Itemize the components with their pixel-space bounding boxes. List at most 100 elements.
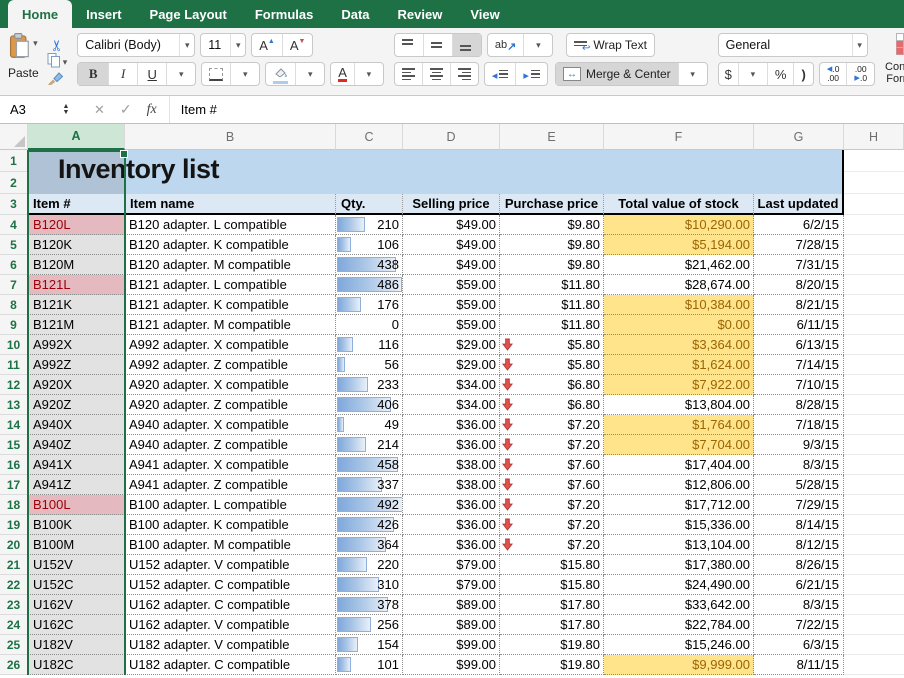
conditional-formatting-icon[interactable]: ≠: [896, 33, 904, 63]
cell-G14[interactable]: 7/18/15: [754, 415, 844, 435]
cell-C22[interactable]: 310: [336, 575, 403, 595]
cell-G16[interactable]: 8/3/15: [754, 455, 844, 475]
number-format-caret-icon[interactable]: [852, 34, 867, 56]
cell-F6[interactable]: $21,462.00: [604, 255, 754, 275]
cell-B24[interactable]: U162 adapter. V compatible: [125, 615, 336, 635]
cell-B17[interactable]: A941 adapter. Z compatible: [125, 475, 336, 495]
cell-H4[interactable]: [844, 215, 904, 235]
cell-F26[interactable]: $9,999.00: [604, 655, 754, 675]
row-header-15[interactable]: 15: [0, 435, 28, 455]
cell-H22[interactable]: [844, 575, 904, 595]
insert-function-icon[interactable]: fx: [147, 102, 157, 118]
fill-color-button[interactable]: [266, 63, 296, 85]
format-painter-icon[interactable]: [47, 72, 68, 90]
cell-H7[interactable]: [844, 275, 904, 295]
formula-bar-content[interactable]: Item #: [169, 96, 217, 123]
cell-D16[interactable]: $38.00: [403, 455, 500, 475]
cell-D23[interactable]: $89.00: [403, 595, 500, 615]
row-header-3[interactable]: 3: [0, 194, 28, 215]
comma-style-button[interactable]: ): [794, 63, 812, 85]
row-header-24[interactable]: 24: [0, 615, 28, 635]
cell-B26[interactable]: U182 adapter. C compatible: [125, 655, 336, 675]
clipboard-paste-icon[interactable]: [9, 33, 31, 64]
cell-E9[interactable]: $11.80: [500, 315, 604, 335]
cell-E12[interactable]: $6.80: [500, 375, 604, 395]
tab-data[interactable]: Data: [327, 0, 383, 28]
cell-E21[interactable]: $15.80: [500, 555, 604, 575]
row-header-4[interactable]: 4: [0, 215, 28, 235]
enter-icon[interactable]: [120, 101, 132, 118]
cell-E22[interactable]: $15.80: [500, 575, 604, 595]
cell-H23[interactable]: [844, 595, 904, 615]
cell-G4[interactable]: 6/2/15: [754, 215, 844, 235]
cell-A25[interactable]: U182V: [28, 635, 125, 655]
currency-button[interactable]: $: [719, 63, 739, 85]
align-center-button[interactable]: [423, 63, 451, 85]
decrease-decimal-button[interactable]: .0.00: [820, 63, 848, 85]
cell-G25[interactable]: 6/3/15: [754, 635, 844, 655]
bold-button[interactable]: B: [78, 63, 109, 85]
cell-E7[interactable]: $11.80: [500, 275, 604, 295]
cell-G19[interactable]: 8/14/15: [754, 515, 844, 535]
cell-B16[interactable]: A941 adapter. X compatible: [125, 455, 336, 475]
cancel-icon[interactable]: [94, 102, 105, 118]
cell-B23[interactable]: U162 adapter. C compatible: [125, 595, 336, 615]
row-header-12[interactable]: 12: [0, 375, 28, 395]
underline-caret-icon[interactable]: [167, 63, 195, 85]
cell-G13[interactable]: 8/28/15: [754, 395, 844, 415]
scissors-cut-icon[interactable]: [49, 31, 64, 52]
cell-D19[interactable]: $36.00: [403, 515, 500, 535]
increase-indent-button[interactable]: [516, 63, 547, 85]
cell-D5[interactable]: $49.00: [403, 235, 500, 255]
cell-C23[interactable]: 378: [336, 595, 403, 615]
cell-A19[interactable]: B100K: [28, 515, 125, 535]
row-header-7[interactable]: 7: [0, 275, 28, 295]
cell-G15[interactable]: 9/3/15: [754, 435, 844, 455]
cell-G5[interactable]: 7/28/15: [754, 235, 844, 255]
cell-D21[interactable]: $79.00: [403, 555, 500, 575]
tab-insert[interactable]: Insert: [72, 0, 135, 28]
cell-H24[interactable]: [844, 615, 904, 635]
cell-F7[interactable]: $28,674.00: [604, 275, 754, 295]
cell-A22[interactable]: U152C: [28, 575, 125, 595]
cell-E24[interactable]: $17.80: [500, 615, 604, 635]
cell-F16[interactable]: $17,404.00: [604, 455, 754, 475]
cell-G21[interactable]: 8/26/15: [754, 555, 844, 575]
cell-H6[interactable]: [844, 255, 904, 275]
tab-home[interactable]: Home: [8, 0, 72, 28]
cell-H25[interactable]: [844, 635, 904, 655]
merge-center-caret-icon[interactable]: [679, 63, 707, 85]
cell-G18[interactable]: 7/29/15: [754, 495, 844, 515]
cell-B18[interactable]: B100 adapter. L compatible: [125, 495, 336, 515]
cell-E25[interactable]: $19.80: [500, 635, 604, 655]
row-header-19[interactable]: 19: [0, 515, 28, 535]
align-left-button[interactable]: [395, 63, 423, 85]
font-size-caret-icon[interactable]: [230, 34, 245, 56]
cell-H16[interactable]: [844, 455, 904, 475]
cell-F18[interactable]: $17,712.00: [604, 495, 754, 515]
cell-G22[interactable]: 6/21/15: [754, 575, 844, 595]
cell-C16[interactable]: 458: [336, 455, 403, 475]
cell-C17[interactable]: 337: [336, 475, 403, 495]
decrease-indent-button[interactable]: [485, 63, 517, 85]
cell-H9[interactable]: [844, 315, 904, 335]
row-header-5[interactable]: 5: [0, 235, 28, 255]
percent-button[interactable]: %: [768, 63, 795, 85]
header-cell-C3[interactable]: Qty.: [336, 194, 403, 215]
cell-D10[interactable]: $29.00: [403, 335, 500, 355]
cell-E16[interactable]: $7.60: [500, 455, 604, 475]
cell-B5[interactable]: B120 adapter. K compatible: [125, 235, 336, 255]
cell-H10[interactable]: [844, 335, 904, 355]
cell-F9[interactable]: $0.00: [604, 315, 754, 335]
cell-H8[interactable]: [844, 295, 904, 315]
column-header-D[interactable]: D: [403, 124, 500, 150]
paste-button[interactable]: Paste: [8, 66, 39, 80]
cell-H26[interactable]: [844, 655, 904, 675]
cell-H3[interactable]: [844, 194, 904, 215]
shrink-font-button[interactable]: A: [283, 34, 313, 56]
cell-E14[interactable]: $7.20: [500, 415, 604, 435]
cell-B25[interactable]: U182 adapter. V compatible: [125, 635, 336, 655]
currency-caret-icon[interactable]: [739, 63, 768, 85]
column-header-B[interactable]: B: [125, 124, 336, 150]
number-format-combo[interactable]: General: [718, 33, 868, 57]
